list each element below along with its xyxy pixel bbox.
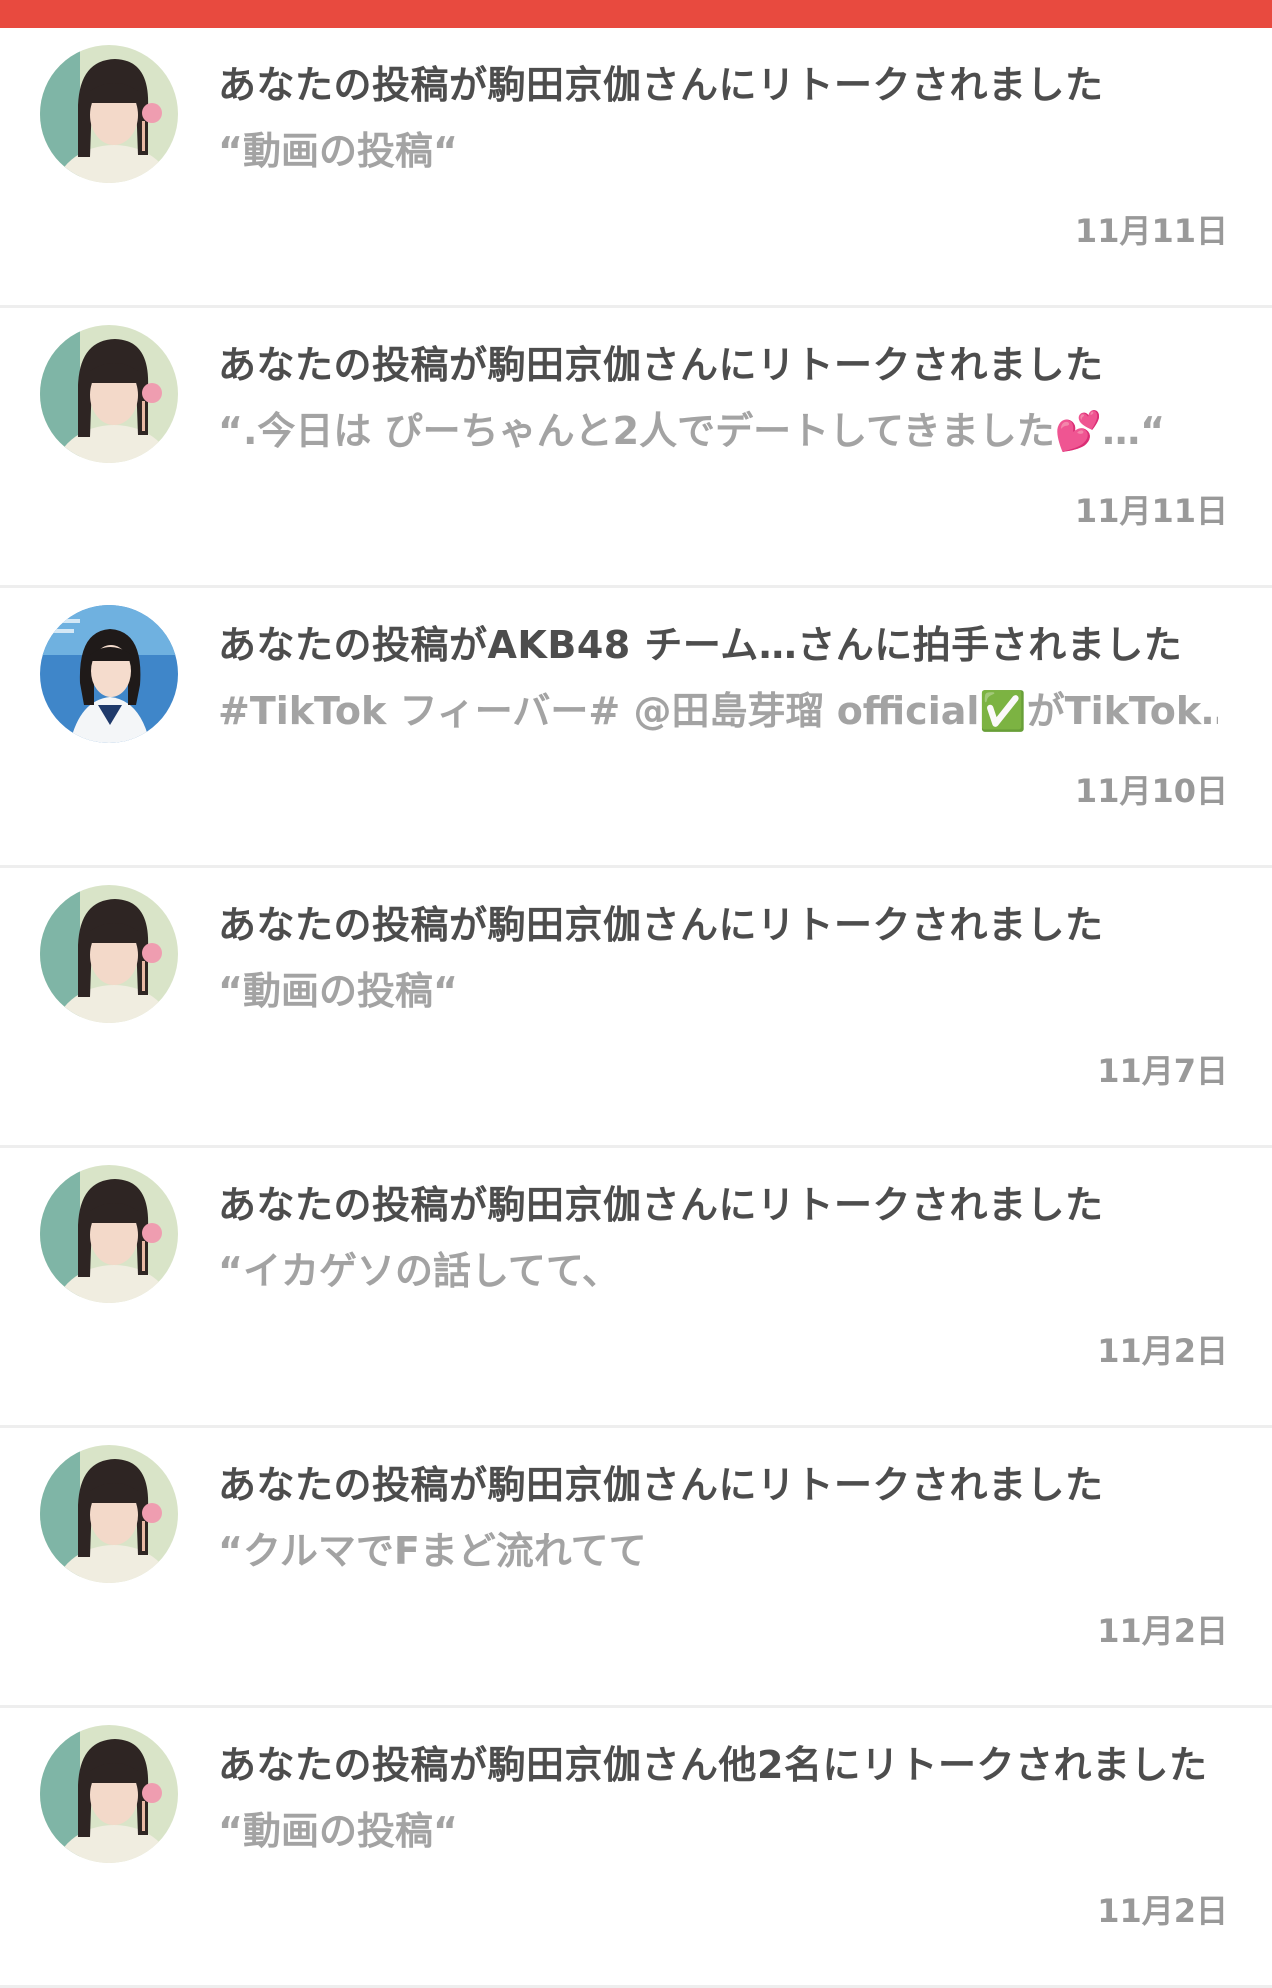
- notification-item[interactable]: あなたの投稿が駒田京伽さんにリトークされました “イカゲソの話してて、 11月2…: [0, 1148, 1272, 1428]
- notification-snippet: “イカゲソの話してて、: [218, 1249, 620, 1293]
- notification-date: 11月10日: [1074, 772, 1228, 810]
- avatar[interactable]: [40, 1165, 178, 1303]
- notification-title: あなたの投稿が駒田京伽さんにリトークされました: [218, 63, 1104, 107]
- avatar-user-b-image: [40, 605, 178, 743]
- notification-list: あなたの投稿が駒田京伽さんにリトークされました “動画の投稿“ 11月11日 あ…: [0, 28, 1272, 1988]
- notification-item[interactable]: あなたの投稿が駒田京伽さんにリトークされました “クルマでFまど流れてて 11月…: [0, 1428, 1272, 1708]
- avatar-user-a-image: [40, 45, 178, 183]
- notification-item[interactable]: あなたの投稿が駒田京伽さん他2名にリトークされました “動画の投稿“ 11月2日: [0, 1708, 1272, 1988]
- notification-title: あなたの投稿が駒田京伽さんにリトークされました: [218, 1183, 1104, 1227]
- avatar[interactable]: [40, 1725, 178, 1863]
- notification-date: 11月2日: [1097, 1612, 1228, 1650]
- notification-item[interactable]: あなたの投稿がAKB48 チーム…さんに拍手されました #TikTok フィーバ…: [0, 588, 1272, 868]
- notification-item[interactable]: あなたの投稿が駒田京伽さんにリトークされました “動画の投稿“ 11月7日: [0, 868, 1272, 1148]
- notification-title: あなたの投稿がAKB48 チーム…さんに拍手されました: [218, 623, 1183, 667]
- notification-snippet: “動画の投稿“: [218, 969, 458, 1013]
- notification-title: あなたの投稿が駒田京伽さん他2名にリトークされました: [218, 1743, 1208, 1787]
- notification-item[interactable]: あなたの投稿が駒田京伽さんにリトークされました “動画の投稿“ 11月11日: [0, 28, 1272, 308]
- header-accent-bar: [0, 0, 1272, 28]
- notification-snippet: “.今日は ぴーちゃんと2人でデートしてきました💕…“: [218, 409, 1166, 453]
- avatar-user-a-image: [40, 1445, 178, 1583]
- avatar[interactable]: [40, 885, 178, 1023]
- avatar-user-a-image: [40, 885, 178, 1023]
- avatar[interactable]: [40, 325, 178, 463]
- notification-snippet: “クルマでFまど流れてて: [218, 1529, 647, 1573]
- avatar-user-a-image: [40, 1165, 178, 1303]
- notification-snippet: “動画の投稿“: [218, 129, 458, 173]
- notification-title: あなたの投稿が駒田京伽さんにリトークされました: [218, 1463, 1104, 1507]
- avatar[interactable]: [40, 1445, 178, 1583]
- avatar-user-a-image: [40, 325, 178, 463]
- notification-title: あなたの投稿が駒田京伽さんにリトークされました: [218, 343, 1104, 387]
- notification-title: あなたの投稿が駒田京伽さんにリトークされました: [218, 903, 1104, 947]
- notification-date: 11月11日: [1074, 492, 1228, 530]
- notification-snippet: #TikTok フィーバー# @田島芽瑠 official✅がTikTok…: [218, 689, 1218, 733]
- notification-snippet: “動画の投稿“: [218, 1809, 458, 1853]
- notification-date: 11月2日: [1097, 1892, 1228, 1930]
- notification-item[interactable]: あなたの投稿が駒田京伽さんにリトークされました “.今日は ぴーちゃんと2人でデ…: [0, 308, 1272, 588]
- avatar[interactable]: [40, 605, 178, 743]
- notification-date: 11月7日: [1097, 1052, 1228, 1090]
- avatar-user-a-image: [40, 1725, 178, 1863]
- notification-date: 11月2日: [1097, 1332, 1228, 1370]
- avatar[interactable]: [40, 45, 178, 183]
- notification-date: 11月11日: [1074, 212, 1228, 250]
